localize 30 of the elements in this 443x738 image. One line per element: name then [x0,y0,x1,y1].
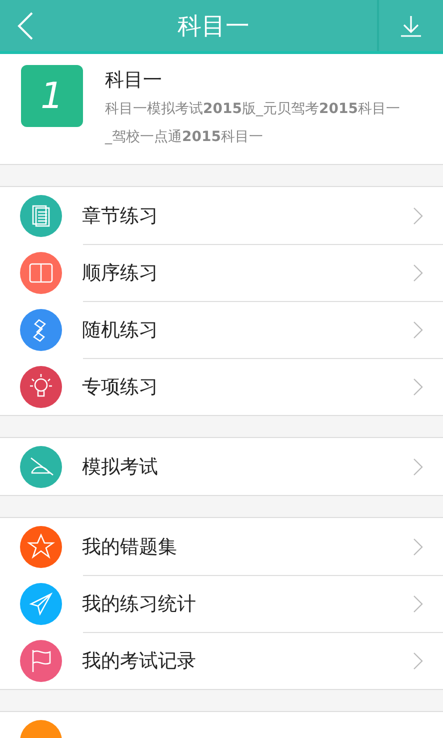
chevron-icon [413,320,423,338]
chevron-icon [413,538,423,556]
menu-item[interactable]: 专项练习 [0,358,443,415]
menu-label: 章节练习 [82,204,159,228]
menu-item[interactable]: 随机练习 [0,301,443,358]
menu-label: 随机练习 [82,318,159,342]
menu-item[interactable]: 章节练习 [0,187,443,244]
menu-item[interactable]: 顺序练习 [0,244,443,301]
subject-name: 科目一 [105,68,163,93]
download-icon [400,14,422,36]
menu-label: 模拟考试 [82,454,159,480]
chevron-icon [413,206,423,224]
chevron-icon [413,378,423,396]
menu-item[interactable]: 模拟考试 [0,438,443,495]
chevron-icon [413,264,423,282]
menu-label: 专项练习 [82,374,159,400]
chevron-icon [413,652,423,670]
chevron-icon [413,594,423,612]
subject-description: 科目一模拟考试2015版_元贝驾考2015科目一_驾校一点通2015科目一 [105,100,401,147]
menu-label: 我的练习统计 [82,592,197,616]
menu-label: 顺序练习 [82,260,159,286]
back-icon [16,10,34,40]
menu-item[interactable]: 我的错题集 [0,518,443,575]
menu-label: 我的错题集 [82,534,178,560]
menu-item[interactable]: 我的练习统计 [0,575,443,632]
menu-item[interactable]: 我的考试记录 [0,632,443,689]
page-title: 科目一 [176,10,250,42]
chevron-icon [413,458,423,476]
menu-label: 我的考试记录 [82,648,197,674]
subject-badge: 1 [21,65,83,127]
